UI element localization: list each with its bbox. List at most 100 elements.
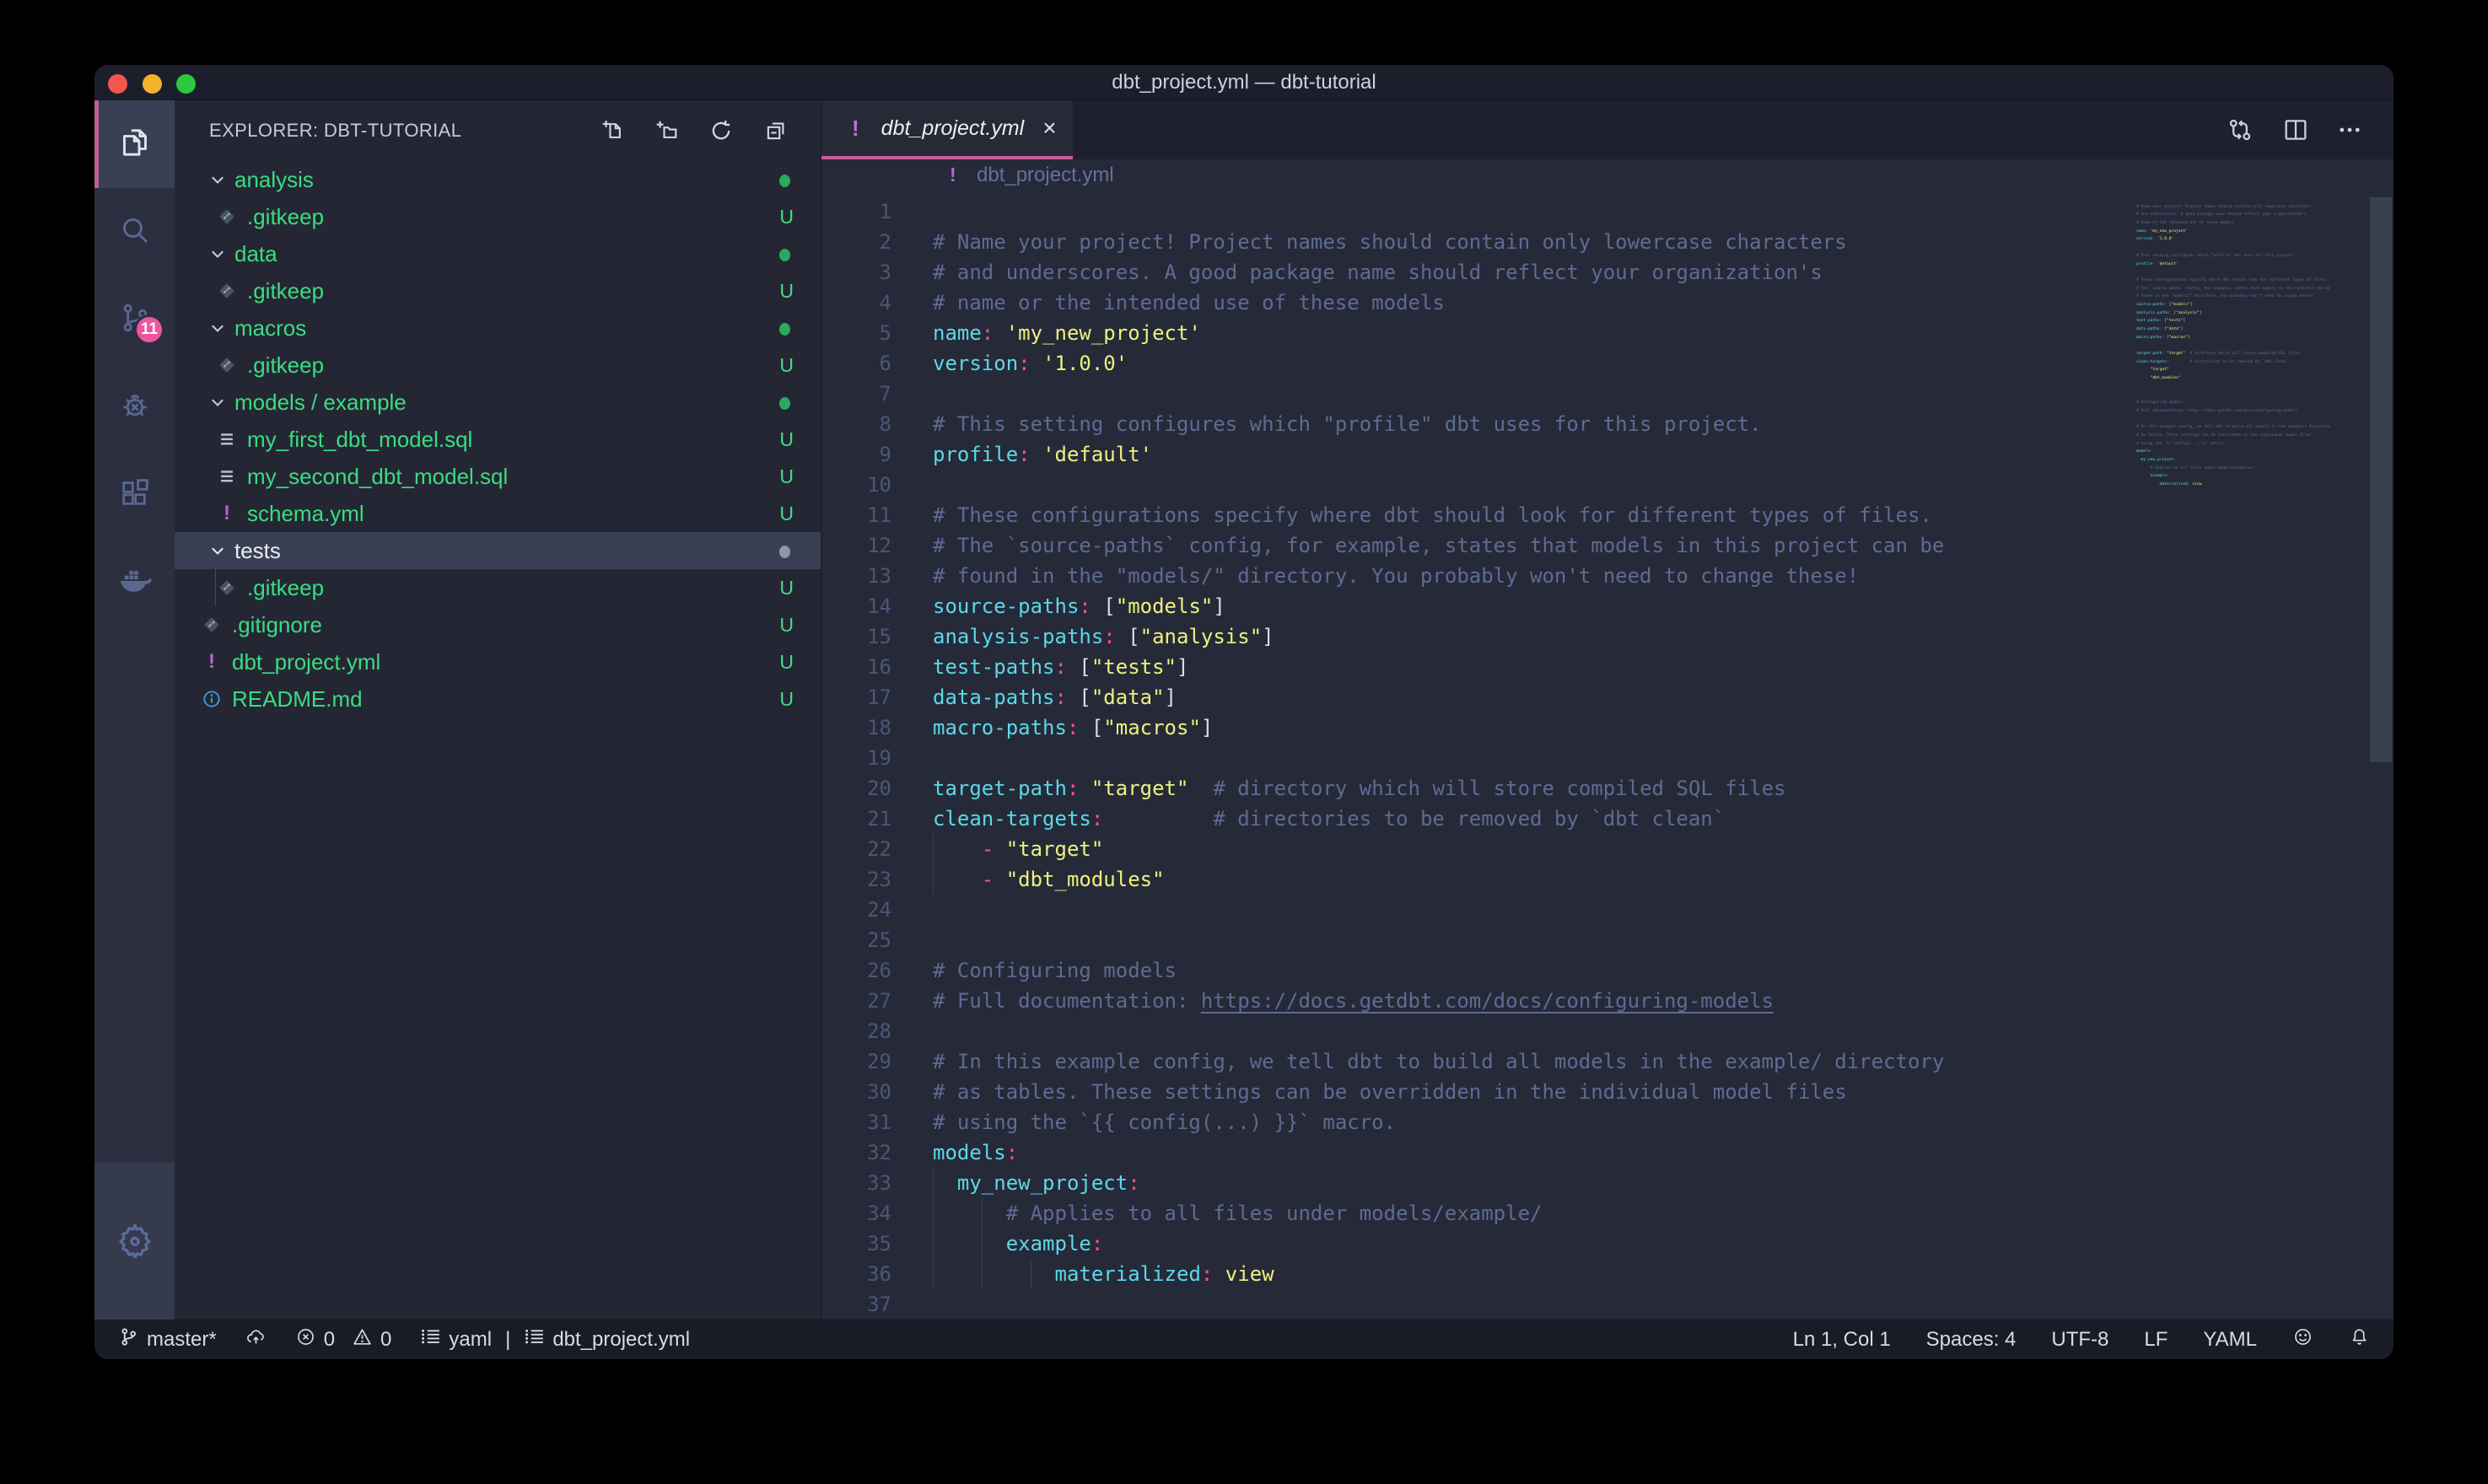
status-outline-language[interactable]: yaml [420, 1326, 492, 1353]
tab-dbt-project-yml[interactable]: ! dbt_project.yml × [821, 100, 1073, 159]
activity-item-docker[interactable] [94, 539, 175, 626]
code-line-text: materialized: view [933, 1259, 1274, 1289]
activity-item-explorer[interactable] [94, 100, 175, 188]
breadcrumb-file-label[interactable]: dbt_project.yml [977, 159, 1114, 191]
branch-icon [118, 1326, 139, 1353]
more-actions-button[interactable] [2335, 116, 2364, 144]
minimap-line: # Name your project! Project names shoul… [2136, 203, 2370, 212]
status-separator: | [505, 1328, 510, 1352]
minimap-line [2136, 195, 2370, 203]
tree-item-schema-yml[interactable]: !schema.ymlU [175, 495, 821, 532]
line-number: 27 [821, 986, 891, 1016]
yaml-icon: ! [852, 116, 859, 142]
new-folder-button[interactable] [655, 119, 679, 142]
code-line[interactable]: 32models: [821, 1137, 2394, 1168]
status-sync[interactable] [245, 1326, 267, 1353]
status-outline-file[interactable]: dbt_project.yml [524, 1326, 690, 1353]
code-line[interactable]: 23 - "dbt_modules" [821, 864, 2394, 895]
activity-item-run-debug[interactable] [94, 363, 175, 451]
settings-button[interactable] [94, 1203, 175, 1279]
code-line[interactable]: 31# using the `{{ config(...) }}` macro. [821, 1107, 2394, 1137]
code-line[interactable]: 17data-paths: ["data"] [821, 682, 2394, 712]
chevron-down-icon [208, 319, 227, 337]
warning-icon [352, 1326, 373, 1353]
code-line[interactable]: 29# In this example config, we tell dbt … [821, 1046, 2394, 1077]
list-icon [524, 1326, 545, 1353]
minimap-line: # Full documentation: https://docs.getdb… [2136, 407, 2370, 416]
code-editor[interactable]: 12# Name your project! Project names sho… [821, 191, 2394, 1320]
tree-item-tests[interactable]: tests [175, 532, 821, 569]
tree-item--gitkeep[interactable]: .gitkeepU [175, 347, 821, 384]
tree-item-label: my_second_dbt_model.sql [247, 458, 508, 495]
minimap-line: source-paths: ["models"] [2136, 301, 2370, 309]
activity-item-extensions[interactable] [94, 451, 175, 539]
activity-item-source-control[interactable]: 11 [94, 276, 175, 363]
status-notifications[interactable] [2349, 1326, 2370, 1353]
code-line[interactable]: 21clean-targets: # directories to be rem… [821, 804, 2394, 834]
close-tab-icon[interactable]: × [1042, 116, 1056, 140]
tree-item--gitkeep[interactable]: .gitkeepU [175, 198, 821, 235]
line-number: 17 [821, 682, 891, 712]
status-indentation[interactable]: Spaces: 4 [1926, 1328, 2017, 1352]
code-line[interactable]: 28 [821, 1016, 2394, 1046]
status-encoding[interactable]: UTF-8 [2051, 1328, 2108, 1352]
code-line[interactable]: 13# found in the "models/" directory. Yo… [821, 561, 2394, 591]
collapse-folders-button[interactable] [764, 119, 788, 142]
new-file-button[interactable] [601, 119, 625, 142]
code-line[interactable]: 37 [821, 1289, 2394, 1320]
code-line[interactable]: 30# as tables. These settings can be ove… [821, 1077, 2394, 1107]
status-errors[interactable]: 0 [295, 1326, 335, 1353]
code-line[interactable]: 14source-paths: ["models"] [821, 591, 2394, 621]
tree-item-dbt-project-yml[interactable]: !dbt_project.ymlU [175, 643, 821, 680]
code-line[interactable]: 34 # Applies to all files under models/e… [821, 1198, 2394, 1229]
activity-item-search[interactable] [94, 188, 175, 276]
status-language-mode[interactable]: YAML [2203, 1328, 2257, 1352]
scrollbar-slider[interactable] [2370, 197, 2392, 762]
minimap[interactable]: # Name your project! Project names shoul… [2136, 195, 2370, 497]
code-line[interactable]: 16test-paths: ["tests"] [821, 652, 2394, 682]
tree-item-my-second-dbt-model-sql[interactable]: my_second_dbt_model.sqlU [175, 458, 821, 495]
code-line[interactable]: 35 example: [821, 1229, 2394, 1259]
tree-item--gitkeep[interactable]: .gitkeepU [175, 272, 821, 309]
minimap-line: # using the `{{ config(...) }}` macro. [2136, 440, 2370, 449]
tree-item-data[interactable]: data [175, 235, 821, 272]
title-bar[interactable]: dbt_project.yml — dbt-tutorial [94, 65, 2394, 100]
window-title: dbt_project.yml — dbt-tutorial [94, 65, 2394, 100]
line-number: 23 [821, 864, 891, 895]
code-line[interactable]: 20target-path: "target" # directory whic… [821, 773, 2394, 804]
tree-item-my-first-dbt-model-sql[interactable]: my_first_dbt_model.sqlU [175, 421, 821, 458]
breadcrumb[interactable]: ! dbt_project.yml [821, 159, 2394, 191]
code-line[interactable]: 25 [821, 925, 2394, 955]
status-label: UTF-8 [2051, 1328, 2108, 1352]
minimap-line: materialized: view [2136, 481, 2370, 489]
status-git-branch[interactable]: master* [118, 1326, 217, 1353]
split-editor-button[interactable] [2281, 116, 2310, 144]
code-line[interactable]: 11# These configurations specify where d… [821, 500, 2394, 530]
tree-item--gitkeep[interactable]: .gitkeepU [175, 569, 821, 606]
status-warnings[interactable]: 0 [352, 1326, 391, 1353]
code-line[interactable]: 22 - "target" [821, 834, 2394, 864]
tree-item-models-example[interactable]: models / example [175, 384, 821, 421]
code-line[interactable]: 36 materialized: view [821, 1259, 2394, 1289]
tree-item-readme-md[interactable]: README.mdU [175, 680, 821, 718]
code-line[interactable]: 12# The `source-paths` config, for examp… [821, 530, 2394, 561]
open-changes-button[interactable] [2226, 116, 2254, 144]
code-line[interactable]: 33 my_new_project: [821, 1168, 2394, 1198]
line-number: 16 [821, 652, 891, 682]
status-feedback[interactable] [2292, 1326, 2313, 1353]
status-label: Spaces: 4 [1926, 1328, 2017, 1352]
tree-item-analysis[interactable]: analysis [175, 161, 821, 198]
line-number: 21 [821, 804, 891, 834]
tree-item-macros[interactable]: macros [175, 309, 821, 347]
code-line[interactable]: 18macro-paths: ["macros"] [821, 712, 2394, 743]
code-line[interactable]: 26# Configuring models [821, 955, 2394, 986]
refresh-explorer-button[interactable] [709, 119, 733, 142]
tree-item--gitignore[interactable]: .gitignoreU [175, 606, 821, 643]
status-cursor-position[interactable]: Ln 1, Col 1 [1793, 1328, 1891, 1352]
code-line[interactable]: 24 [821, 895, 2394, 925]
code-line[interactable]: 19 [821, 743, 2394, 773]
tree-item-label: analysis [234, 161, 314, 198]
code-line[interactable]: 15analysis-paths: ["analysis"] [821, 621, 2394, 652]
code-line[interactable]: 27# Full documentation: https://docs.get… [821, 986, 2394, 1016]
status-eol[interactable]: LF [2144, 1328, 2168, 1352]
